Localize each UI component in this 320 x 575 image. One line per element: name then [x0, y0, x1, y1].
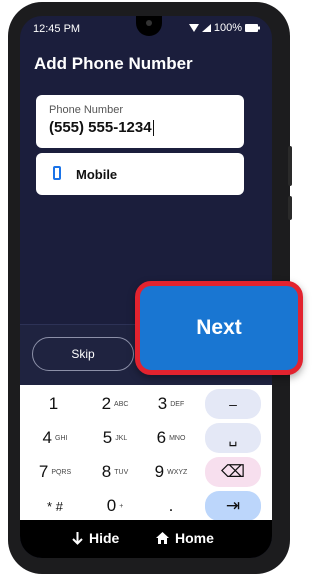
battery-icon — [245, 24, 260, 32]
key-1[interactable]: 1 — [30, 389, 80, 419]
key-6[interactable]: 6 MNO — [146, 423, 196, 453]
navigation-bar: Hide Home — [20, 520, 272, 558]
battery-text: 100% — [213, 22, 242, 34]
home-icon — [156, 532, 169, 544]
key-5[interactable]: 5 JKL — [90, 423, 140, 453]
smartphone-icon — [53, 166, 61, 180]
backspace-icon: ⌫ — [220, 462, 246, 481]
key-7[interactable]: 7 PQRS — [30, 457, 80, 487]
key-dash[interactable]: – — [205, 389, 261, 419]
arrow-down-icon — [72, 531, 83, 545]
phone-type-select[interactable]: Mobile — [36, 153, 244, 195]
key-period[interactable]: . — [146, 491, 196, 521]
phone-number-label: Phone Number — [49, 104, 123, 116]
volume-button — [288, 146, 292, 186]
wifi-icon — [188, 24, 199, 32]
power-button — [288, 196, 292, 220]
page-title: Add Phone Number — [34, 54, 193, 73]
signal-icon — [201, 24, 211, 32]
status-icons: 100% — [188, 22, 260, 34]
key-2[interactable]: 2 ABC — [90, 389, 140, 419]
space-icon: ␣ — [228, 429, 238, 446]
key-8[interactable]: 8 TUV — [90, 457, 140, 487]
status-time: 12:45 PM — [33, 23, 81, 35]
phone-number-field[interactable]: Phone Number (555) 555-1234 — [36, 95, 244, 148]
camera-lens — [146, 20, 152, 26]
hide-label: Hide — [89, 530, 120, 546]
key-star-hash[interactable]: * # — [30, 491, 80, 521]
phone-type-value: Mobile — [76, 167, 118, 182]
key-backspace[interactable]: ⌫ — [205, 457, 261, 487]
key-0[interactable]: 0 + — [90, 491, 140, 521]
key-3[interactable]: 3 DEF — [146, 389, 196, 419]
hide-keyboard-button[interactable]: Hide — [72, 530, 119, 546]
dial-keypad: 1 2 ABC 3 DEF – 4 GHI 5 JKL 6 MNO ␣ 7 PQRS 8 TU… — [20, 385, 272, 529]
key-9[interactable]: 9 WXYZ — [146, 457, 196, 487]
text-cursor — [152, 120, 154, 137]
home-button[interactable]: Home — [156, 530, 214, 546]
phone-number-input[interactable]: (555) 555-1234 — [49, 119, 154, 137]
key-4[interactable]: 4 GHI — [30, 423, 80, 453]
skip-button[interactable]: Skip — [32, 337, 134, 371]
home-label: Home — [175, 530, 214, 546]
next-button[interactable]: Next — [135, 281, 303, 375]
phone-number-value: (555) 555-1234 — [49, 119, 152, 136]
tab-arrow-icon: ⇥ — [225, 496, 241, 515]
key-space[interactable]: ␣ — [205, 423, 261, 453]
key-next-field[interactable]: ⇥ — [205, 491, 261, 521]
